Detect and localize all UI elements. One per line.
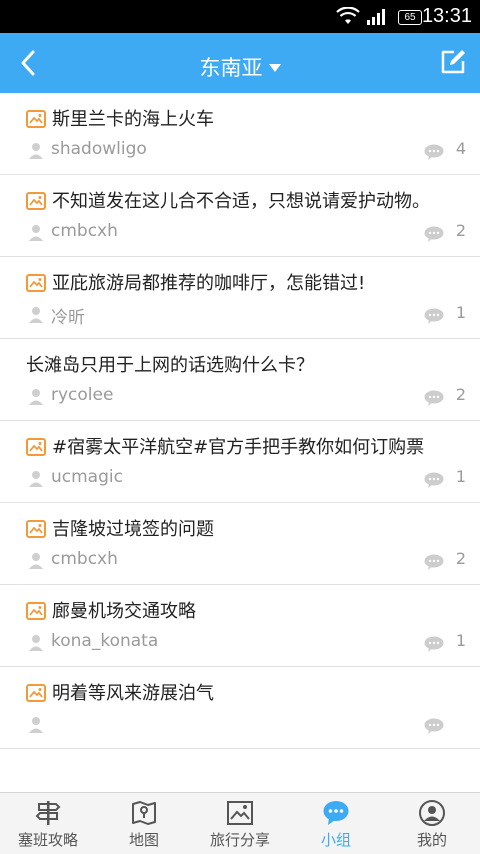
post-title-row: #宿雾太平洋航空#官方手把手教你如何订购票: [26, 431, 466, 464]
reply-count: 2: [455, 385, 466, 404]
post-title-row: 长滩岛只用于上网的话选购什么卡？: [26, 349, 466, 382]
tab-signpost[interactable]: 塞班攻略: [0, 793, 96, 854]
post-author: ucmagic: [51, 467, 123, 487]
comment-bubble-icon: [424, 144, 444, 160]
post-meta: [26, 710, 466, 740]
post-item[interactable]: 不知道发在这儿合不合适，只想说请爱护动物。 cmbcxh 2: [0, 175, 480, 257]
image-attachment-icon: [26, 598, 46, 620]
battery-indicator: 65: [398, 10, 422, 25]
image-attachment-icon: [26, 188, 46, 210]
compose-icon[interactable]: [438, 47, 468, 77]
image-attachment-icon: [26, 516, 46, 538]
post-title-row: 亚庇旅游局都推荐的咖啡厅，怎能错过!: [26, 267, 466, 300]
region-selector[interactable]: 东南亚: [0, 52, 480, 82]
user-icon: [28, 716, 44, 734]
post-title: 不知道发在这儿合不合适，只想说请爱护动物。: [52, 191, 430, 212]
post-item[interactable]: 明着等风来游展泊气: [0, 667, 480, 749]
comment-bubble-icon: [424, 226, 444, 242]
comment-bubble-icon: [424, 390, 444, 406]
status-time: 13:31: [421, 5, 472, 27]
post-title-row: 吉隆坡过境签的问题: [26, 513, 466, 546]
post-title: 斯里兰卡的海上火车: [52, 109, 214, 130]
tab-chat[interactable]: 小组: [288, 793, 384, 854]
post-meta: shadowligo 4: [26, 136, 466, 166]
post-title: #宿雾太平洋航空#官方手把手教你如何订购票: [52, 437, 425, 458]
post-title: 亚庇旅游局都推荐的咖啡厅，怎能错过!: [52, 273, 366, 294]
comment-bubble-icon: [424, 472, 444, 488]
post-item[interactable]: 长滩岛只用于上网的话选购什么卡？ rycolee 2: [0, 339, 480, 421]
signpost-icon: [34, 799, 62, 827]
user-icon: [28, 388, 44, 406]
page-title: 东南亚: [199, 56, 263, 80]
post-title: 廊曼机场交通攻略: [52, 601, 196, 622]
comment-bubble-icon: [424, 554, 444, 570]
post-author: cmbcxh: [51, 549, 118, 569]
tab-label: 塞班攻略: [17, 831, 78, 849]
post-item[interactable]: 斯里兰卡的海上火车 shadowligo 4: [0, 93, 480, 175]
chevron-down-icon: [268, 64, 281, 72]
post-author: kona_konata: [51, 631, 159, 651]
reply-count: 1: [455, 303, 466, 322]
image-attachment-icon: [26, 680, 46, 702]
reply-count: 1: [455, 631, 466, 650]
reply-count: 4: [455, 139, 466, 158]
reply-count: 2: [455, 221, 466, 240]
post-title: 长滩岛只用于上网的话选购什么卡？: [26, 355, 314, 376]
post-item[interactable]: 廊曼机场交通攻略 kona_konata 1: [0, 585, 480, 667]
post-author: 冷昕: [51, 308, 85, 328]
post-meta: 冷昕 1: [26, 300, 466, 330]
post-author: cmbcxh: [51, 221, 118, 241]
user-icon: [28, 224, 44, 242]
image-attachment-icon: [26, 434, 46, 456]
signal-icon: [367, 9, 385, 25]
image-attachment-icon: [26, 270, 46, 292]
post-item[interactable]: 亚庇旅游局都推荐的咖啡厅，怎能错过! 冷昕 1: [0, 257, 480, 339]
wifi-icon: [336, 7, 360, 24]
tab-profile[interactable]: 我的: [384, 793, 480, 854]
post-title-row: 斯里兰卡的海上火车: [26, 103, 466, 136]
app-header: 东南亚: [0, 33, 480, 93]
post-title: 吉隆坡过境签的问题: [52, 519, 214, 540]
reply-count: 2: [455, 549, 466, 568]
post-meta: kona_konata 1: [26, 628, 466, 658]
user-icon: [28, 306, 44, 324]
tab-label: 我的: [416, 831, 447, 849]
user-icon: [28, 470, 44, 488]
post-author: shadowligo: [51, 139, 147, 159]
comment-bubble-icon: [424, 308, 444, 324]
user-icon: [28, 634, 44, 652]
post-title-row: 明着等风来游展泊气: [26, 677, 466, 710]
comment-bubble-icon: [424, 718, 444, 734]
post-author: rycolee: [51, 385, 114, 405]
map-icon: [130, 799, 158, 827]
user-icon: [28, 142, 44, 160]
post-list: 斯里兰卡的海上火车 shadowligo 4 不知道发在这儿合不合适，只想说请爱护动物…: [0, 93, 480, 793]
post-item[interactable]: #宿雾太平洋航空#官方手把手教你如何订购票 ucmagic 1: [0, 421, 480, 503]
reply-count: 1: [455, 467, 466, 486]
bottom-tab-bar: 塞班攻略 地图 旅行分享 小组 我的: [0, 792, 480, 854]
post-meta: cmbcxh 2: [26, 546, 466, 576]
tab-map[interactable]: 地图: [96, 793, 192, 854]
tab-label: 旅行分享: [209, 831, 270, 849]
comment-bubble-icon: [424, 636, 444, 652]
post-meta: cmbcxh 2: [26, 218, 466, 248]
tab-label: 地图: [128, 831, 159, 849]
profile-icon: [418, 799, 446, 827]
photo-icon: [226, 799, 254, 827]
user-icon: [28, 552, 44, 570]
tab-label: 小组: [320, 831, 351, 849]
post-meta: ucmagic 1: [26, 464, 466, 494]
post-item[interactable]: 吉隆坡过境签的问题 cmbcxh 2: [0, 503, 480, 585]
chat-icon: [322, 799, 350, 827]
tab-photo[interactable]: 旅行分享: [192, 793, 288, 854]
post-title-row: 不知道发在这儿合不合适，只想说请爱护动物。: [26, 185, 466, 218]
post-title: 明着等风来游展泊气: [52, 683, 214, 704]
post-title-row: 廊曼机场交通攻略: [26, 595, 466, 628]
status-bar: 65 13:31: [0, 0, 480, 33]
post-meta: rycolee 2: [26, 382, 466, 412]
image-attachment-icon: [26, 106, 46, 128]
